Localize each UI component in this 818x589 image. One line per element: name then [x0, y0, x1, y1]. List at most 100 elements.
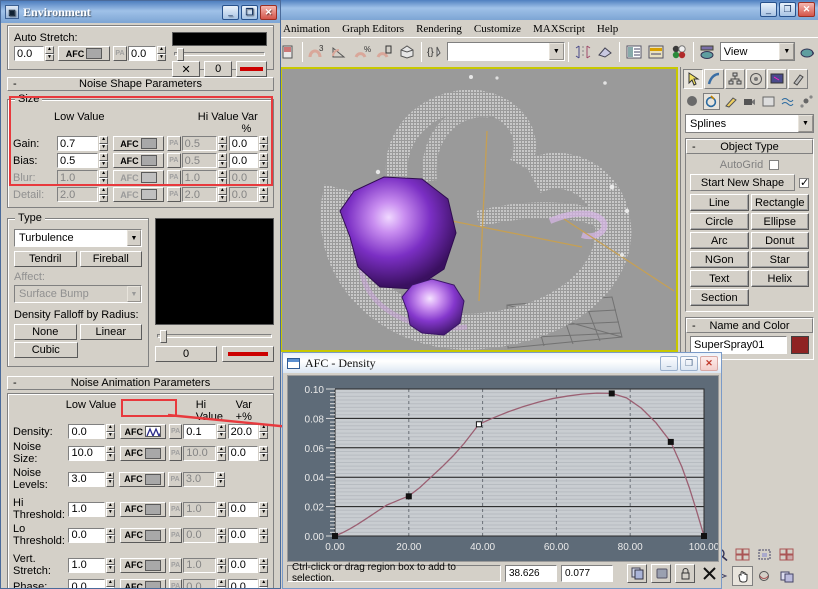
- render-setup-icon[interactable]: [697, 40, 719, 63]
- max-minimize-button[interactable]: _: [760, 2, 777, 17]
- falloff-cubic-button[interactable]: Cubic: [14, 342, 78, 358]
- Density:-var-spinner[interactable]: ▲▼: [259, 424, 268, 439]
- detail-hi-spinner[interactable]: ▲▼: [218, 187, 227, 202]
- chevron-down-icon-category[interactable]: ▼: [798, 115, 813, 132]
- Hi Threshold:-pa-button[interactable]: PA: [169, 502, 182, 517]
- helpers-icon[interactable]: [760, 93, 777, 110]
- blur-pa-button[interactable]: PA: [167, 170, 181, 185]
- angle-snap-icon[interactable]: [328, 40, 350, 63]
- Phase:-low-spinner[interactable]: ▲▼: [106, 579, 115, 588]
- tab-motion[interactable]: [746, 69, 766, 89]
- button-rectangle[interactable]: Rectangle: [751, 194, 810, 211]
- gain-pa-button[interactable]: PA: [167, 136, 181, 151]
- detail-hi-value[interactable]: 2.0: [182, 187, 217, 202]
- control-point[interactable]: [702, 534, 707, 539]
- bias-var-spinner[interactable]: ▲▼: [259, 153, 268, 168]
- button-text[interactable]: Text: [690, 270, 749, 287]
- environment-restore-button[interactable]: ❐: [241, 5, 258, 20]
- control-point[interactable]: [668, 439, 673, 444]
- environment-minimize-button[interactable]: _: [222, 5, 239, 20]
- Density:-low-value[interactable]: 0.0: [68, 424, 105, 439]
- Noise Size:-low-spinner[interactable]: ▲▼: [106, 446, 115, 461]
- preview-slider-thumb[interactable]: [160, 330, 167, 343]
- Vert. Stretch:-low-spinner[interactable]: ▲▼: [106, 558, 115, 573]
- bias-hi-spinner[interactable]: ▲▼: [218, 153, 227, 168]
- detail-afc-button[interactable]: AFC: [113, 187, 164, 202]
- Phase:-var-spinner[interactable]: ▲▼: [259, 579, 268, 588]
- blur-low-value[interactable]: 1.0: [57, 170, 98, 185]
- tab-hierarchy[interactable]: [725, 69, 745, 89]
- object-color-swatch[interactable]: [791, 336, 809, 354]
- type-combo[interactable]: Turbulence ▼: [14, 229, 142, 247]
- auto-stretch-hi-value[interactable]: 0.0: [128, 46, 156, 61]
- zoom-all-icon[interactable]: [732, 544, 753, 564]
- lock-icon[interactable]: [675, 564, 695, 583]
- Noise Size:-afc-button[interactable]: AFC: [120, 446, 166, 461]
- gain-low-value[interactable]: 0.7: [57, 136, 98, 151]
- Noise Size:-low-value[interactable]: 10.0: [68, 446, 105, 461]
- affect-combo[interactable]: Surface Bump ▼: [14, 285, 142, 303]
- blur-hi-value[interactable]: 1.0: [182, 170, 217, 185]
- button-ellipse[interactable]: Ellipse: [751, 213, 810, 230]
- gain-low-spinner[interactable]: ▲▼: [99, 136, 108, 151]
- button-arc[interactable]: Arc: [690, 232, 749, 249]
- curve-editor-icon[interactable]: [646, 40, 668, 63]
- detail-var-value[interactable]: 0.0: [229, 187, 258, 202]
- Lo Threshold:-var-value[interactable]: 0.0: [228, 528, 259, 543]
- detail-pa-button[interactable]: PA: [167, 187, 181, 202]
- noise-preview-swatch[interactable]: [155, 218, 274, 325]
- Noise Levels:-low-spinner[interactable]: ▲▼: [106, 472, 115, 487]
- auto-stretch-hi-spinner[interactable]: ▲▼: [157, 46, 166, 61]
- Lo Threshold:-pa-button[interactable]: PA: [169, 528, 182, 543]
- menu-item-animation[interactable]: Animation: [277, 22, 336, 36]
- pan-hand-icon[interactable]: [732, 566, 753, 586]
- afc-function-curve-chart[interactable]: 0.000.020.040.060.080.100.0020.0040.0060…: [288, 376, 718, 561]
- gain-hi-spinner[interactable]: ▲▼: [218, 136, 227, 151]
- Vert. Stretch:-var-value[interactable]: 0.0: [228, 558, 259, 573]
- chevron-down-icon-affect[interactable]: ▼: [127, 286, 141, 302]
- falloff-linear-button[interactable]: Linear: [80, 324, 143, 340]
- bias-low-spinner[interactable]: ▲▼: [99, 153, 108, 168]
- afc-restore-button[interactable]: ❐: [680, 356, 698, 371]
- create-category-combo[interactable]: Splines ▼: [685, 114, 814, 133]
- gain-hi-value[interactable]: 0.5: [182, 136, 217, 151]
- Density:-var-value[interactable]: 20.0: [228, 424, 259, 439]
- chevron-down-icon-view[interactable]: ▼: [779, 43, 794, 60]
- noise-shape-collapse-icon[interactable]: -: [13, 78, 17, 90]
- rollout-collapse-icon[interactable]: -: [692, 141, 696, 153]
- button-line[interactable]: Line: [690, 194, 749, 211]
- material-editor-icon[interactable]: [668, 40, 690, 63]
- Phase:-hi-spinner[interactable]: ▲▼: [217, 579, 226, 588]
- button-circle[interactable]: Circle: [690, 213, 749, 230]
- afc-graph-area[interactable]: 0.000.020.040.060.080.100.0020.0040.0060…: [287, 375, 719, 562]
- Vert. Stretch:-hi-value[interactable]: 1.0: [183, 558, 216, 573]
- Phase:-hi-value[interactable]: 0.0: [183, 579, 216, 588]
- tab-modify[interactable]: [704, 69, 724, 89]
- viewport-render-combo[interactable]: View ▼: [720, 42, 796, 61]
- lights-icon[interactable]: [722, 93, 739, 110]
- environment-close-button[interactable]: ✕: [260, 5, 277, 20]
- Lo Threshold:-low-value[interactable]: 0.0: [68, 528, 105, 543]
- spinner-snap-icon[interactable]: [373, 40, 395, 63]
- blur-low-spinner[interactable]: ▲▼: [99, 170, 108, 185]
- auto-stretch-low-value[interactable]: 0.0: [14, 46, 44, 61]
- tendril-button[interactable]: Tendril: [14, 251, 77, 267]
- Vert. Stretch:-var-spinner[interactable]: ▲▼: [259, 558, 268, 573]
- control-point[interactable]: [333, 534, 338, 539]
- named-selection-sets-icon[interactable]: {}: [425, 40, 447, 63]
- Noise Size:-var-value[interactable]: 0.0: [228, 446, 259, 461]
- Noise Levels:-low-value[interactable]: 3.0: [68, 472, 104, 487]
- blur-var-value[interactable]: 0.0: [229, 170, 258, 185]
- button-star[interactable]: Star: [751, 251, 810, 268]
- detail-low-value[interactable]: 2.0: [57, 187, 98, 202]
- Vert. Stretch:-pa-button[interactable]: PA: [169, 558, 182, 573]
- bias-var-value[interactable]: 0.0: [229, 153, 258, 168]
- Lo Threshold:-low-spinner[interactable]: ▲▼: [106, 528, 115, 543]
- bias-pa-button[interactable]: PA: [167, 153, 181, 168]
- blur-var-spinner[interactable]: ▲▼: [259, 170, 268, 185]
- tab-display[interactable]: [767, 69, 787, 89]
- menu-item-rendering[interactable]: Rendering: [410, 22, 468, 36]
- Noise Size:-hi-spinner[interactable]: ▲▼: [217, 446, 226, 461]
- control-point-selected[interactable]: [476, 422, 481, 427]
- detail-low-spinner[interactable]: ▲▼: [99, 187, 108, 202]
